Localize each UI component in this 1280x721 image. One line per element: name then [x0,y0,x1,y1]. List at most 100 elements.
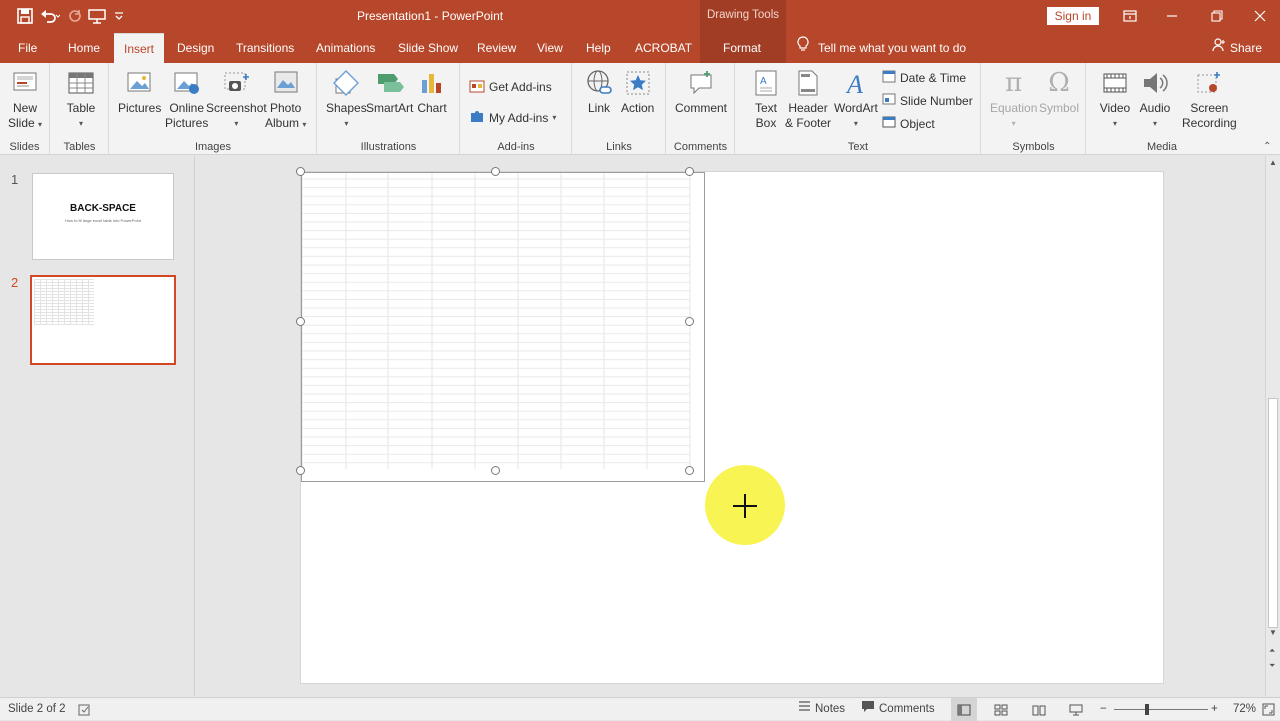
redo-icon[interactable] [64,6,86,26]
object-button[interactable]: Object [882,115,935,132]
group-comments: Comment Comments [667,63,735,155]
screen-recording-button[interactable]: Screen Recording [1182,67,1237,131]
slide-show-view-icon[interactable] [1069,698,1083,721]
comment-button[interactable]: Comment [675,67,727,116]
resize-handle-bottom[interactable] [491,466,500,475]
zoom-level[interactable]: 72% [1233,698,1256,721]
tab-transitions[interactable]: Transitions [226,33,304,63]
scroll-up-icon[interactable]: ▲ [1269,158,1277,167]
get-addins-button[interactable]: Get Add-ins [469,77,552,96]
screenshot-button[interactable]: Screenshot ▾ [206,67,267,131]
group-images: Pictures Online Pictures Screenshot ▾ Ph… [110,63,317,155]
vertical-scrollbar[interactable]: ▲ ▼ ⏶ ⏷ [1265,156,1280,696]
resize-handle-top-right[interactable] [685,167,694,176]
screen-recording-icon [1193,67,1225,99]
smartart-button[interactable]: SmartArt [366,67,413,116]
slide-thumbnail-2[interactable] [30,275,176,365]
photo-album-button[interactable]: Photo Album ▾ [265,67,306,132]
resize-handle-top[interactable] [491,167,500,176]
scroll-down-icon[interactable]: ▼ [1269,628,1277,637]
embedded-excel-table[interactable] [301,172,705,482]
header-footer-button[interactable]: Header & Footer [785,67,831,131]
zoom-in-button[interactable]: + [1211,698,1218,721]
online-pictures-button[interactable]: Online Pictures [165,67,208,131]
zoom-slider[interactable] [1114,704,1208,715]
tab-insert[interactable]: Insert [114,33,165,63]
minimize-icon[interactable] [1160,6,1184,26]
restore-icon[interactable] [1205,6,1229,26]
wordart-button[interactable]: A WordArt ▾ [834,67,878,131]
resize-handle-right[interactable] [685,317,694,326]
resize-handle-bottom-right[interactable] [685,466,694,475]
slide-thumbnail-1[interactable]: BACK-SPACE How to fit large excel table … [32,173,174,260]
comment-icon [685,67,717,99]
scrollbar-thumb[interactable] [1268,398,1278,628]
audio-button[interactable]: Audio ▾ [1139,67,1171,131]
group-label-slides: Slides [9,141,40,153]
reading-view-icon[interactable] [1032,698,1046,721]
resize-handle-bottom-left[interactable] [296,466,305,475]
resize-handle-left[interactable] [296,317,305,326]
my-addins-button[interactable]: My Add-ins ▾ [469,108,556,127]
my-addins-label: My Add-ins [489,110,549,125]
ribbon-display-options-icon[interactable] [1118,6,1142,26]
save-icon[interactable] [14,6,36,26]
group-illustrations: Shapes ▾ SmartArt Chart Illustrations [318,63,460,155]
sign-in-button[interactable]: Sign in [1047,7,1099,25]
normal-view-icon[interactable] [951,698,977,721]
tab-format[interactable]: Format [713,33,771,63]
pi-icon: π [1005,67,1023,98]
comments-button[interactable]: Comments [861,698,935,721]
text-box-label-1: Text [754,101,777,115]
close-icon[interactable] [1248,6,1272,26]
video-button[interactable]: Video ▾ [1099,67,1131,131]
tab-home[interactable]: Home [58,33,110,63]
object-icon [882,115,896,132]
shapes-button[interactable]: Shapes ▾ [326,67,367,131]
tell-me-box[interactable]: Tell me what you want to do [796,33,966,63]
previous-slide-icon[interactable]: ⏶ [1269,646,1275,656]
new-slide-button[interactable]: New Slide ▾ [8,67,42,132]
action-button[interactable]: Action [621,67,654,116]
notes-button[interactable]: Notes [798,698,845,721]
tab-animations[interactable]: Animations [306,33,385,63]
share-button[interactable]: Share [1212,33,1262,63]
text-box-button[interactable]: A Text Box [750,67,782,131]
photo-album-icon [270,67,302,99]
undo-icon[interactable] [36,6,64,26]
chart-button[interactable]: Chart [416,67,448,116]
fit-slide-icon[interactable] [1262,698,1275,721]
tab-view[interactable]: View [527,33,573,63]
symbol-button[interactable]: Ω Symbol [1039,67,1079,116]
collapse-ribbon-icon[interactable]: ⌃ [1263,141,1271,152]
start-from-beginning-icon[interactable] [86,6,108,26]
tab-design[interactable]: Design [167,33,224,63]
equation-button[interactable]: π Equation ▾ [990,67,1037,131]
customize-qat-icon[interactable] [108,6,130,26]
chevron-down-icon: ▾ [552,113,557,122]
tab-file[interactable]: File [8,33,47,63]
online-pictures-label-1: Online [169,101,205,115]
slide-number-button[interactable]: Slide Number [882,92,973,109]
slide-sorter-icon[interactable] [994,698,1008,721]
next-slide-icon[interactable]: ⏷ [1269,661,1275,671]
tab-review[interactable]: Review [467,33,526,63]
pictures-button[interactable]: Pictures [118,67,161,116]
link-button[interactable]: Link [583,67,615,116]
chart-icon [416,67,448,99]
zoom-out-button[interactable]: − [1100,698,1107,721]
date-time-button[interactable]: Date & Time [882,69,966,86]
thumbnail-title: BACK-SPACE [70,203,136,214]
resize-handle-top-left[interactable] [296,167,305,176]
tab-acrobat[interactable]: ACROBAT [625,33,702,63]
tab-help[interactable]: Help [576,33,621,63]
slide-canvas[interactable] [296,167,1164,684]
table-button[interactable]: Table ▾ [65,67,97,131]
group-slides: New Slide ▾ Slides [0,63,50,155]
tab-slide-show[interactable]: Slide Show [388,33,468,63]
slide-number-icon [882,92,896,109]
zoom-slider-thumb[interactable] [1145,704,1149,715]
film-icon [1099,67,1131,99]
slide-number-label: Slide Number [900,93,973,108]
spell-check-icon[interactable] [78,698,92,721]
